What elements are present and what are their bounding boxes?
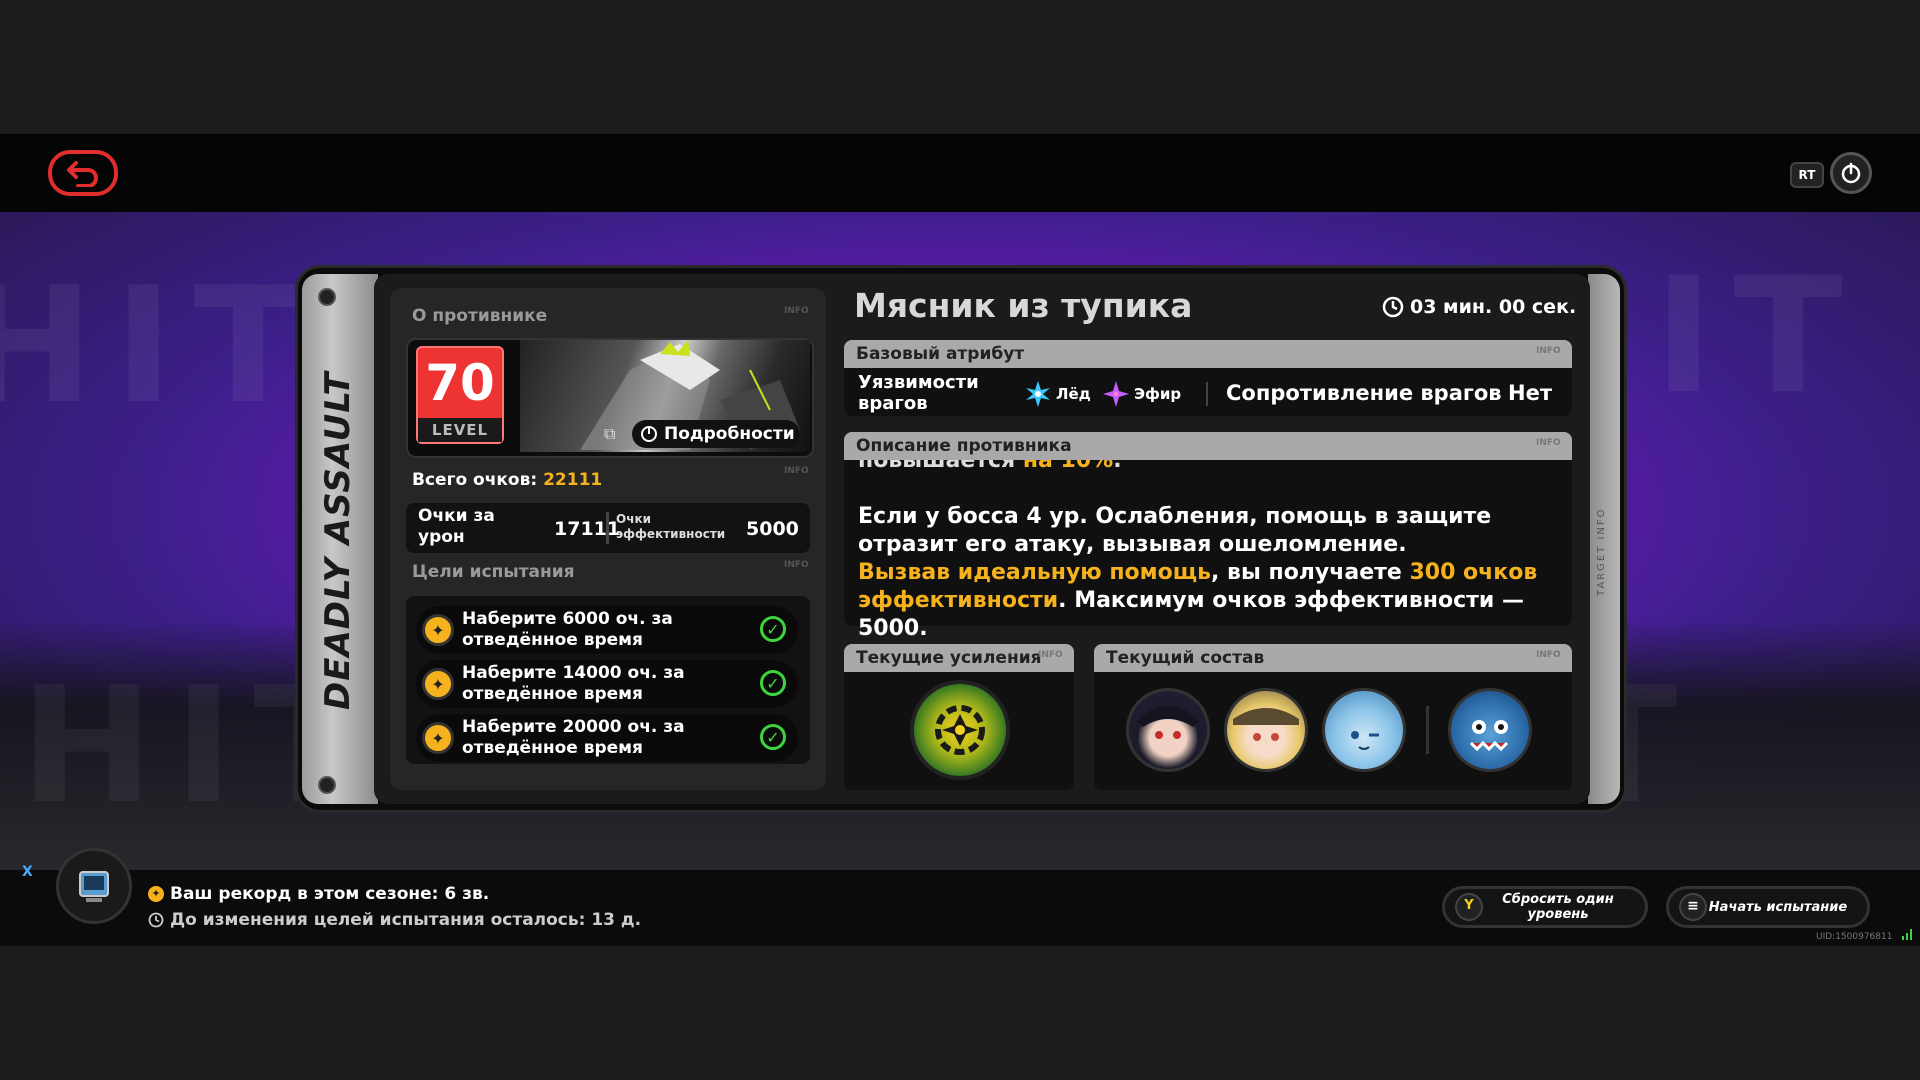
clock-icon — [1382, 296, 1404, 318]
season-record: ✦ Ваш рекорд в этом сезоне: 6 зв. — [148, 884, 489, 904]
element-ice-label: Лёд — [1056, 385, 1091, 403]
ether-icon — [1103, 381, 1129, 407]
vulnerability-label: Уязвимости врагов — [858, 372, 979, 414]
copy-icon[interactable]: ⧉ — [604, 424, 624, 444]
star-medal-icon: ✦ — [422, 668, 454, 700]
efficiency-score-value: 5000 — [746, 518, 799, 540]
info-tag[interactable]: INFO — [784, 560, 809, 570]
agent-3-portrait[interactable] — [1322, 688, 1406, 772]
info-tag[interactable]: INFO — [1536, 650, 1561, 660]
ice-icon — [1026, 381, 1050, 407]
element-ether: Эфир — [1102, 380, 1181, 408]
star-medal-icon: ✦ — [422, 614, 454, 646]
team-title: Текущий состав — [1106, 648, 1265, 668]
target-info-label: TARGET INFO — [1596, 507, 1607, 596]
goal-item: ✦ Наберите 6000 оч. за отведённое время … — [416, 606, 798, 654]
device-icon[interactable] — [56, 848, 132, 924]
boss-name: Мясник из тупика — [854, 286, 1193, 325]
goal-text: Наберите 20000 оч. за отведённое время — [462, 717, 685, 758]
y-key-icon: Y — [1455, 893, 1483, 921]
menu-key-icon: ≡ — [1679, 893, 1707, 921]
description-title: Описание противника — [856, 436, 1072, 456]
clock-icon — [148, 912, 164, 928]
info-tag[interactable]: INFO — [1536, 438, 1561, 448]
battle-timer: 03 мин. 00 сек. — [1382, 296, 1576, 318]
start-challenge-button[interactable]: ≡ Начать испытание — [1666, 886, 1870, 928]
screw-icon — [318, 776, 336, 794]
total-score: Всего очков: 22111 — [412, 470, 602, 490]
buffs-title: Текущие усиления — [856, 648, 1042, 668]
check-icon: ✓ — [760, 616, 786, 642]
attributes-title: Базовый атрибут — [856, 344, 1025, 364]
info-tag[interactable]: INFO — [784, 306, 809, 316]
power-button[interactable] — [1830, 152, 1872, 194]
divider — [1206, 382, 1208, 406]
divider — [1426, 706, 1429, 754]
goals-change-text: До изменения целей испытания осталось: 1… — [170, 910, 642, 930]
details-label: Подробности — [664, 424, 795, 444]
goals-change-timer: До изменения целей испытания осталось: 1… — [148, 910, 641, 930]
season-record-text: Ваш рекорд в этом сезоне: 6 зв. — [170, 884, 490, 904]
reset-level-button[interactable]: Y Сбросить один уровень — [1442, 886, 1648, 928]
divider — [606, 512, 609, 544]
timer-value: 03 мин. 00 сек. — [1410, 296, 1577, 318]
info-tag[interactable]: INFO — [784, 466, 809, 476]
info-tag[interactable]: INFO — [1536, 346, 1561, 356]
details-button[interactable]: Подробности — [632, 420, 800, 448]
back-arrow-icon — [67, 161, 98, 187]
goal-text: Наберите 6000 оч. за отведённое время — [462, 609, 673, 650]
enemy-section-title: О противнике — [412, 306, 548, 326]
mode-title: DEADLY ASSAULT — [318, 371, 358, 710]
total-score-label: Всего очков: — [412, 470, 538, 490]
top-bar — [0, 134, 1920, 212]
goals-section-title: Цели испытания — [412, 562, 575, 582]
damage-score-value: 17111 — [554, 518, 621, 540]
damage-score-label: Очки за урон — [418, 506, 495, 547]
goal-item: ✦ Наберите 14000 оч. за отведённое время… — [416, 660, 798, 708]
info-tag[interactable]: INFO — [1038, 650, 1063, 660]
resistance-label: Сопротивление врагов — [1226, 381, 1502, 405]
goal-item: ✦ Наберите 20000 оч. за отведённое время… — [416, 714, 798, 762]
enemy-level: 70 — [425, 354, 495, 412]
bangboo-portrait[interactable] — [1448, 688, 1532, 772]
letterbox-bottom — [0, 946, 1920, 1080]
letterbox-top — [0, 0, 1920, 134]
element-ice: Лёд — [1024, 380, 1091, 408]
check-icon: ✓ — [760, 670, 786, 696]
agent-2-portrait[interactable] — [1224, 688, 1308, 772]
rt-key-hint: RT — [1790, 162, 1824, 188]
x-key-hint: X — [22, 864, 33, 880]
reset-level-label: Сбросить один уровень — [1502, 892, 1614, 922]
buff-emblem-icon[interactable] — [914, 684, 1006, 776]
element-ether-label: Эфир — [1134, 385, 1182, 403]
description-text: Если у босса 4 ур. Ослабления, помощь в … — [858, 504, 1538, 641]
resistance-value: Нет — [1508, 381, 1552, 405]
screw-icon — [318, 288, 336, 306]
power-key-icon — [641, 426, 657, 442]
total-score-value: 22111 — [543, 470, 603, 490]
back-button[interactable] — [48, 150, 118, 196]
goal-text: Наберите 14000 оч. за отведённое время — [462, 663, 685, 704]
agent-1-portrait[interactable] — [1126, 688, 1210, 772]
star-medal-icon: ✦ — [148, 886, 164, 902]
uid-label: UID:1500976811 — [1816, 932, 1893, 942]
enemy-level-badge: 70 LEVEL — [416, 346, 504, 444]
start-challenge-label: Начать испытание — [1708, 899, 1848, 915]
efficiency-score-label: Очки эффективности — [616, 512, 726, 541]
check-icon: ✓ — [760, 724, 786, 750]
level-label: LEVEL — [418, 418, 502, 442]
signal-icon — [1902, 929, 1912, 940]
power-icon — [1841, 162, 1861, 184]
star-medal-icon: ✦ — [422, 722, 454, 754]
